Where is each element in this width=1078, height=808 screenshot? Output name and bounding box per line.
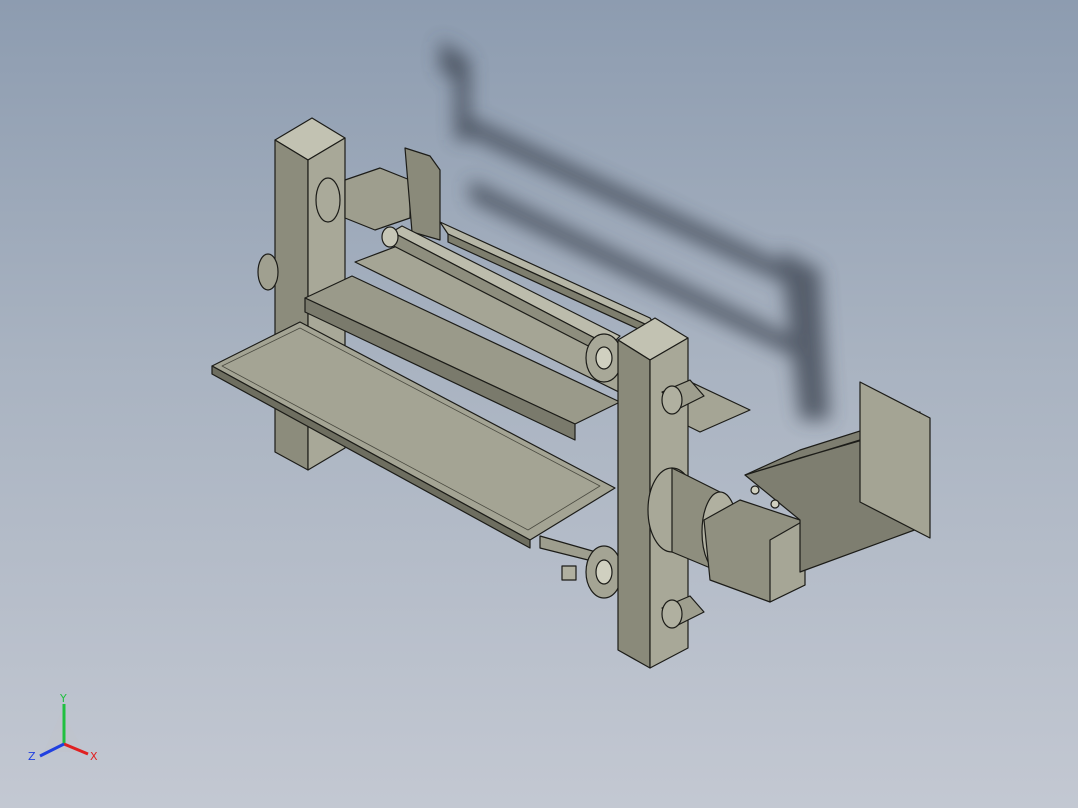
y-axis-label: Y [59, 692, 67, 705]
cad-model-canvas[interactable] [0, 0, 1078, 808]
lower-roller[interactable] [539, 535, 623, 599]
coordinate-triad: Y X Z [28, 692, 98, 763]
gearbox[interactable] [703, 499, 806, 603]
graphics-viewport[interactable]: Y X Z [0, 0, 1078, 808]
z-axis-label: Z [28, 750, 36, 763]
x-axis-label: X [90, 750, 98, 763]
